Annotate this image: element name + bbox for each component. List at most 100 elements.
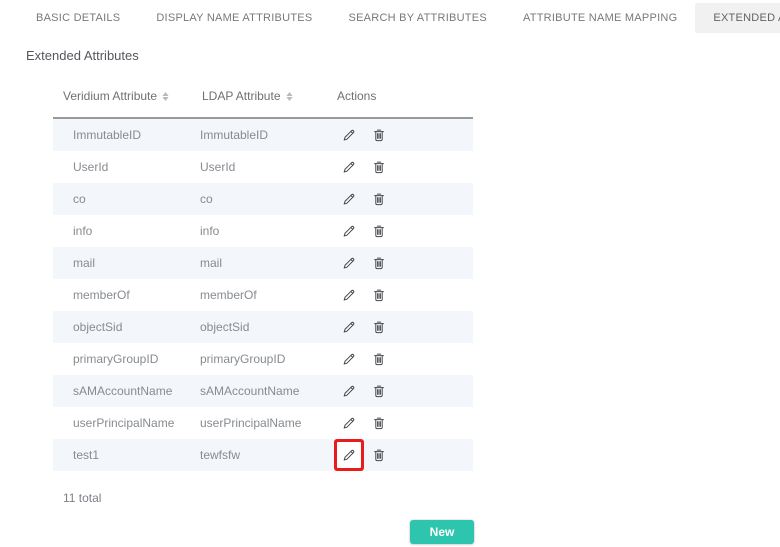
- sort-icon: [286, 92, 293, 101]
- veridium-attribute-cell: UserId: [73, 160, 200, 174]
- veridium-attribute-cell: primaryGroupID: [73, 352, 200, 366]
- trash-icon: [372, 384, 386, 398]
- edit-button[interactable]: [337, 314, 361, 340]
- ldap-attribute-cell: co: [200, 192, 337, 206]
- ldap-attribute-cell: sAMAccountName: [200, 384, 337, 398]
- table-row: userPrincipalNameuserPrincipalName: [53, 407, 473, 439]
- tab-search-by-attributes[interactable]: SEARCH BY ATTRIBUTES: [330, 3, 504, 33]
- table-row: test1tewfsfw: [53, 439, 473, 471]
- column-header-label: Veridium Attribute: [63, 89, 157, 103]
- tab-display-name-attributes[interactable]: DISPLAY NAME ATTRIBUTES: [138, 3, 330, 33]
- page-title: Extended Attributes: [26, 48, 780, 63]
- edit-button[interactable]: [337, 282, 361, 308]
- actions-cell: [337, 314, 473, 340]
- delete-button[interactable]: [367, 218, 391, 244]
- trash-icon: [372, 416, 386, 430]
- veridium-attribute-cell: objectSid: [73, 320, 200, 334]
- actions-cell: [337, 122, 473, 148]
- tab-attribute-name-mapping[interactable]: ATTRIBUTE NAME MAPPING: [505, 3, 695, 33]
- veridium-attribute-cell: co: [73, 192, 200, 206]
- actions-cell: [337, 410, 473, 436]
- pencil-icon: [342, 416, 356, 430]
- column-header-veridium-attribute[interactable]: Veridium Attribute: [63, 89, 202, 103]
- table-body: ImmutableIDImmutableID UserIdUserId coco…: [53, 119, 473, 471]
- pencil-icon: [342, 288, 356, 302]
- trash-icon: [372, 224, 386, 238]
- pencil-icon: [342, 224, 356, 238]
- pencil-icon: [342, 256, 356, 270]
- table-row: memberOfmemberOf: [53, 279, 473, 311]
- tab-extended-attributes[interactable]: EXTENDED ATTRIBUTES: [695, 3, 780, 33]
- ldap-attribute-cell: tewfsfw: [200, 448, 337, 462]
- delete-button[interactable]: [367, 410, 391, 436]
- delete-button[interactable]: [367, 378, 391, 404]
- trash-icon: [372, 352, 386, 366]
- pencil-icon: [342, 448, 356, 462]
- table-row: coco: [53, 183, 473, 215]
- extended-attributes-table: Veridium Attribute LDAP Attribute Action…: [53, 79, 473, 471]
- veridium-attribute-cell: info: [73, 224, 200, 238]
- ldap-attribute-cell: objectSid: [200, 320, 337, 334]
- pencil-icon: [342, 192, 356, 206]
- trash-icon: [372, 128, 386, 142]
- veridium-attribute-cell: memberOf: [73, 288, 200, 302]
- ldap-attribute-cell: primaryGroupID: [200, 352, 337, 366]
- table-row: mailmail: [53, 247, 473, 279]
- ldap-attribute-cell: UserId: [200, 160, 337, 174]
- trash-icon: [372, 448, 386, 462]
- table-row: primaryGroupIDprimaryGroupID: [53, 343, 473, 375]
- pencil-icon: [342, 352, 356, 366]
- table-row: infoinfo: [53, 215, 473, 247]
- trash-icon: [372, 192, 386, 206]
- edit-button[interactable]: [337, 250, 361, 276]
- delete-button[interactable]: [367, 122, 391, 148]
- pencil-icon: [342, 160, 356, 174]
- column-header-ldap-attribute[interactable]: LDAP Attribute: [202, 89, 337, 103]
- edit-button[interactable]: [337, 378, 361, 404]
- actions-cell: [337, 154, 473, 180]
- edit-button[interactable]: [337, 186, 361, 212]
- actions-cell: [337, 186, 473, 212]
- edit-button[interactable]: [337, 154, 361, 180]
- actions-cell: [337, 378, 473, 404]
- edit-button[interactable]: [337, 410, 361, 436]
- trash-icon: [372, 256, 386, 270]
- delete-button[interactable]: [367, 250, 391, 276]
- table-header-row: Veridium Attribute LDAP Attribute Action…: [53, 79, 473, 119]
- delete-button[interactable]: [367, 186, 391, 212]
- edit-button[interactable]: [337, 218, 361, 244]
- column-header-actions: Actions: [337, 89, 473, 103]
- pencil-icon: [342, 320, 356, 334]
- tab-basic-details[interactable]: BASIC DETAILS: [18, 3, 138, 33]
- actions-cell: [337, 442, 473, 468]
- ldap-attribute-cell: ImmutableID: [200, 128, 337, 142]
- edit-button-highlighted[interactable]: [337, 442, 361, 468]
- trash-icon: [372, 160, 386, 174]
- total-count-label: 11 total: [63, 491, 780, 505]
- edit-button[interactable]: [337, 346, 361, 372]
- veridium-attribute-cell: ImmutableID: [73, 128, 200, 142]
- column-header-label: LDAP Attribute: [202, 89, 281, 103]
- sort-icon: [162, 92, 169, 101]
- trash-icon: [372, 320, 386, 334]
- actions-cell: [337, 250, 473, 276]
- table-row: sAMAccountNamesAMAccountName: [53, 375, 473, 407]
- veridium-attribute-cell: test1: [73, 448, 200, 462]
- actions-cell: [337, 218, 473, 244]
- ldap-attribute-cell: info: [200, 224, 337, 238]
- delete-button[interactable]: [367, 154, 391, 180]
- table-row: UserIdUserId: [53, 151, 473, 183]
- column-header-label: Actions: [337, 89, 376, 103]
- delete-button[interactable]: [367, 442, 391, 468]
- ldap-attribute-cell: userPrincipalName: [200, 416, 337, 430]
- pencil-icon: [342, 128, 356, 142]
- new-button[interactable]: New: [410, 520, 474, 544]
- delete-button[interactable]: [367, 282, 391, 308]
- tab-bar: BASIC DETAILSDISPLAY NAME ATTRIBUTESSEAR…: [18, 3, 776, 33]
- veridium-attribute-cell: userPrincipalName: [73, 416, 200, 430]
- pencil-icon: [342, 384, 356, 398]
- table-row: ImmutableIDImmutableID: [53, 119, 473, 151]
- delete-button[interactable]: [367, 314, 391, 340]
- edit-button[interactable]: [337, 122, 361, 148]
- delete-button[interactable]: [367, 346, 391, 372]
